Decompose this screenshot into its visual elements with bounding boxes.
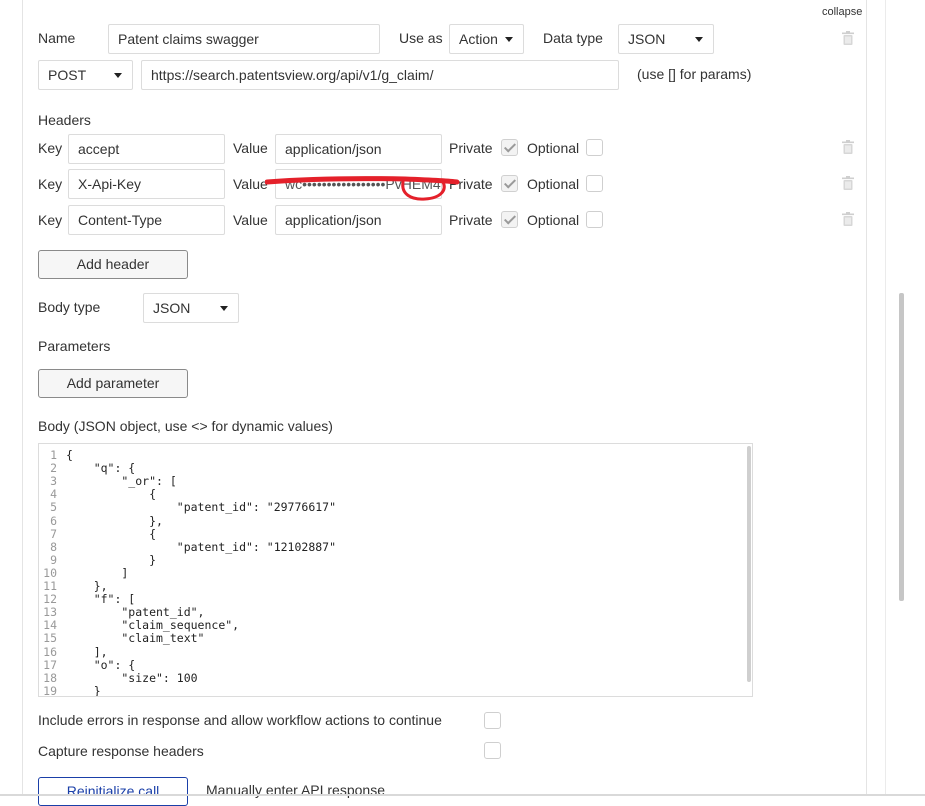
body-type-value: JSON <box>153 300 191 316</box>
line-number: 5 <box>50 500 57 515</box>
header-key-input[interactable]: X-Api-Key <box>68 169 225 199</box>
private-label: Private <box>449 212 493 228</box>
headers-title: Headers <box>38 112 91 128</box>
code-line: { <box>66 526 157 541</box>
line-number: 18 <box>43 670 57 685</box>
code-line: "patent_id": "12102887" <box>66 539 337 554</box>
chevron-down-icon <box>505 37 513 42</box>
redaction-scribble <box>265 176 460 201</box>
line-number: 19 <box>43 683 57 697</box>
url-hint: (use [] for params) <box>637 66 752 82</box>
line-number: 9 <box>50 552 57 567</box>
method-select[interactable]: POST <box>38 60 133 90</box>
data-type-value: JSON <box>628 31 666 47</box>
header-key-input[interactable]: accept <box>68 134 225 164</box>
line-number: 15 <box>43 631 57 646</box>
optional-label: Optional <box>527 212 580 228</box>
header-key-label: Key <box>38 140 63 156</box>
code-line: } <box>66 552 157 567</box>
code-line: "size": 100 <box>66 670 198 685</box>
code-line: ], <box>66 644 108 659</box>
name-label: Name <box>38 30 76 46</box>
private-checkbox[interactable] <box>501 175 518 192</box>
json-body-editor[interactable]: 1{2 "q": {3 "_or": [4 {5 "patent_id": "2… <box>38 443 753 697</box>
trash-icon[interactable] <box>842 176 854 190</box>
page-scrollbar[interactable] <box>899 293 904 601</box>
capture-headers-checkbox[interactable] <box>484 742 501 759</box>
trash-icon[interactable] <box>842 212 854 226</box>
chevron-down-icon <box>695 37 703 42</box>
code-line: } <box>66 683 101 697</box>
body-label: Body (JSON object, use <> for dynamic va… <box>38 418 333 434</box>
body-type-select[interactable]: JSON <box>143 293 239 323</box>
line-number: 17 <box>43 657 57 672</box>
trash-icon[interactable] <box>842 31 854 45</box>
line-number: 16 <box>43 644 57 659</box>
trash-icon[interactable] <box>842 140 854 154</box>
use-as-label: Use as <box>399 30 443 46</box>
panel-divider <box>885 0 886 796</box>
include-errors-checkbox[interactable] <box>484 712 501 729</box>
data-type-label: Data type <box>543 30 603 46</box>
line-number: 6 <box>50 513 57 528</box>
code-line: }, <box>66 513 163 528</box>
code-line: "o": { <box>66 657 136 672</box>
header-key-label: Key <box>38 212 63 228</box>
reinitialize-call-button[interactable]: Reinitialize call <box>38 777 188 806</box>
optional-checkbox[interactable] <box>586 139 603 156</box>
add-header-button[interactable]: Add header <box>38 250 188 279</box>
line-number: 7 <box>50 526 57 541</box>
header-value-input[interactable]: application/json <box>275 205 442 235</box>
code-line: "patent_id": "29776617" <box>66 500 337 515</box>
editor-scrollbar[interactable] <box>747 446 751 682</box>
name-input[interactable]: Patent claims swagger <box>108 24 380 54</box>
parameters-title: Parameters <box>38 338 111 354</box>
data-type-select[interactable]: JSON <box>618 24 714 54</box>
chevron-down-icon <box>114 73 122 78</box>
url-input[interactable]: https://search.patentsview.org/api/v1/g_… <box>141 60 619 90</box>
use-as-select[interactable]: Action <box>449 24 524 54</box>
code-line: "claim_text" <box>66 631 205 646</box>
header-key-input[interactable]: Content-Type <box>68 205 225 235</box>
header-value-input[interactable]: application/json <box>275 134 442 164</box>
optional-label: Optional <box>527 176 580 192</box>
body-type-label: Body type <box>38 299 101 315</box>
private-checkbox[interactable] <box>501 139 518 156</box>
use-as-value: Action <box>459 31 498 47</box>
method-value: POST <box>48 67 87 83</box>
header-value-label: Value <box>233 212 268 228</box>
collapse-link[interactable]: collapse <box>822 6 862 18</box>
optional-checkbox[interactable] <box>586 175 603 192</box>
line-number: 8 <box>50 539 57 554</box>
header-value-label: Value <box>233 176 268 192</box>
header-value-label: Value <box>233 140 268 156</box>
optional-checkbox[interactable] <box>586 211 603 228</box>
private-checkbox[interactable] <box>501 211 518 228</box>
header-key-label: Key <box>38 176 63 192</box>
optional-label: Optional <box>527 140 580 156</box>
include-errors-label: Include errors in response and allow wor… <box>38 712 442 728</box>
chevron-down-icon <box>220 306 228 311</box>
capture-headers-label: Capture response headers <box>38 743 204 759</box>
private-label: Private <box>449 140 493 156</box>
add-parameter-button[interactable]: Add parameter <box>38 369 188 398</box>
